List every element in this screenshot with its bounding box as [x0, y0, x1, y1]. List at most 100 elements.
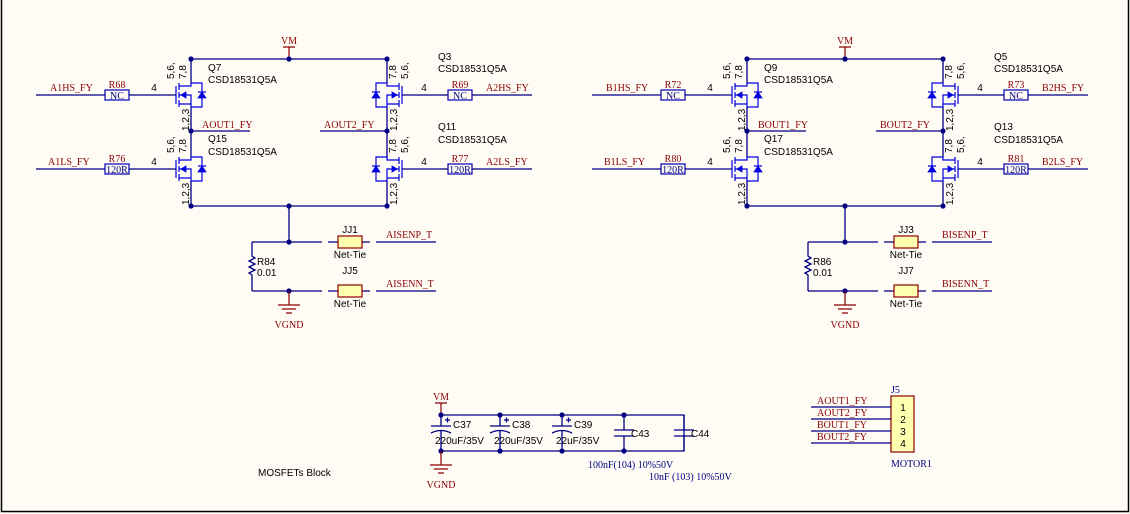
pin-label: 7,8	[944, 139, 955, 153]
gate-pin-number: 4	[421, 83, 427, 94]
mosfet-ref: Q3	[438, 52, 452, 63]
ground-symbol-icon	[834, 291, 856, 314]
resistor-ref: R80	[665, 154, 682, 165]
sense-net-label: AISENN_T	[386, 279, 434, 290]
mosfet-symbol-icon	[371, 82, 403, 108]
mosfet-part: CSD18531Q5A	[764, 75, 833, 86]
pin-label: 1,2,3	[181, 182, 192, 205]
net-tie-jumper	[893, 284, 919, 298]
connector-pin-number: 2	[900, 415, 906, 426]
gate-net-label: A1HS_FY	[50, 83, 93, 94]
mosfet-symbol-icon	[927, 82, 959, 108]
mosfet-symbol-icon	[731, 82, 763, 108]
pin-label: 5,6,	[722, 136, 733, 153]
net-tie-value: Net-Tie	[334, 250, 367, 261]
sheet-title: MOSFETs Block	[258, 468, 332, 479]
connector-pin-number: 3	[900, 427, 906, 438]
vm-label: VM	[837, 36, 853, 47]
connector-pin-number: 4	[900, 439, 906, 450]
mosfet-ref: Q13	[994, 122, 1013, 133]
net-tie-jumper	[893, 235, 919, 249]
resistor-ref: R72	[665, 80, 682, 91]
capacitor-ref: C37	[453, 420, 472, 431]
capacitor-value: 220uF/35V	[494, 436, 543, 447]
gate-net-label: B1LS_FY	[604, 157, 645, 168]
schematic-sheet: VMAOUT1_FY AOUT2_FYNCR68 4A1HS_FYQ7CSD1853…	[0, 0, 1130, 514]
gate-net-label: B1HS_FY	[606, 83, 648, 94]
connector-pin-number: 1	[900, 403, 906, 414]
mosfet-symbol-icon	[927, 156, 959, 182]
pin-label: 5,6,	[956, 136, 967, 153]
gate-net-label: A2HS_FY	[486, 83, 529, 94]
pin-label: 7,8	[734, 65, 745, 79]
pin-label: 5,6,	[722, 62, 733, 79]
pin-label: 7,8	[178, 139, 189, 153]
mosfet-part: CSD18531Q5A	[208, 147, 277, 158]
resistor-value: 120R	[106, 165, 128, 176]
net-tie-ref: JJ7	[898, 266, 914, 277]
vgnd-label: VGND	[275, 320, 304, 331]
mosfet-symbol-icon	[175, 156, 207, 182]
output-net-label: AOUT2_FY	[324, 120, 375, 131]
connector-name: MOTOR1	[891, 459, 932, 470]
resistor-ref: R73	[1008, 80, 1025, 91]
mosfet-part: CSD18531Q5A	[764, 147, 833, 158]
pin-label: 5,6,	[166, 136, 177, 153]
resistor-ref: R68	[109, 80, 126, 91]
gate-pin-number: 4	[707, 157, 713, 168]
net-tie-ref: JJ5	[342, 266, 358, 277]
resistor-ref: R77	[452, 154, 469, 165]
pin-label: 5,6,	[400, 62, 411, 79]
mosfet-symbol-icon	[731, 156, 763, 182]
mosfet-part: CSD18531Q5A	[994, 135, 1063, 146]
sense-net-label: AISENP_T	[386, 230, 432, 241]
shunt-resistor	[247, 242, 257, 291]
gate-net-label: A1LS_FY	[48, 157, 90, 168]
resistor-value: 120R	[449, 165, 471, 176]
capacitor-ref: C39	[574, 420, 593, 431]
pin-label: 7,8	[734, 139, 745, 153]
resistor-value: NC	[666, 91, 680, 102]
resistor-ref: R69	[452, 80, 469, 91]
pin-label: 1,2,3	[945, 108, 956, 131]
net-tie-ref: JJ1	[342, 225, 358, 236]
shunt-value: 0.01	[813, 268, 833, 279]
pin-label: 5,6,	[956, 62, 967, 79]
sense-net-label: BISENP_T	[942, 230, 988, 241]
resistor-value: NC	[1009, 91, 1023, 102]
mosfet-part: CSD18531Q5A	[994, 64, 1063, 75]
ground-symbol-icon	[430, 451, 452, 474]
gate-net-label: B2LS_FY	[1042, 157, 1083, 168]
vgnd-label: VGND	[831, 320, 860, 331]
connector-net-label: BOUT1_FY	[817, 420, 867, 431]
pin-label: 5,6,	[166, 62, 177, 79]
output-net-label: AOUT1_FY	[202, 120, 253, 131]
sense-net-label: BISENN_T	[942, 279, 989, 290]
capacitor-ref: C38	[512, 420, 531, 431]
vm-label: VM	[281, 36, 297, 47]
gate-pin-number: 4	[707, 83, 713, 94]
connector-net-label: BOUT2_FY	[817, 432, 867, 443]
gate-pin-number: 4	[977, 83, 983, 94]
ground-symbol-icon	[278, 291, 300, 314]
net-tie-value: Net-Tie	[334, 299, 367, 310]
shunt-ref: R86	[813, 257, 832, 268]
pin-label: 7,8	[388, 139, 399, 153]
pin-label: 7,8	[178, 65, 189, 79]
connector-net-label: AOUT1_FY	[817, 396, 868, 407]
capacitor-note: 100nF(104) 10%50V	[588, 460, 674, 471]
mosfet-ref: Q11	[438, 122, 457, 133]
capacitor-ref: C44	[691, 429, 710, 440]
pin-label: 1,2,3	[737, 108, 748, 131]
shunt-ref: R84	[257, 257, 276, 268]
pin-label: 7,8	[388, 65, 399, 79]
net-tie-value: Net-Tie	[890, 250, 923, 261]
capacitor-value: 22uF/35V	[556, 436, 600, 447]
gate-pin-number: 4	[421, 157, 427, 168]
shunt-resistor	[803, 242, 813, 291]
pin-label: 5,6,	[400, 136, 411, 153]
pin-label: 1,2,3	[389, 182, 400, 205]
pin-label: 1,2,3	[737, 182, 748, 205]
net-tie-jumper	[337, 235, 363, 249]
capacitor-value: 220uF/35V	[435, 436, 484, 447]
